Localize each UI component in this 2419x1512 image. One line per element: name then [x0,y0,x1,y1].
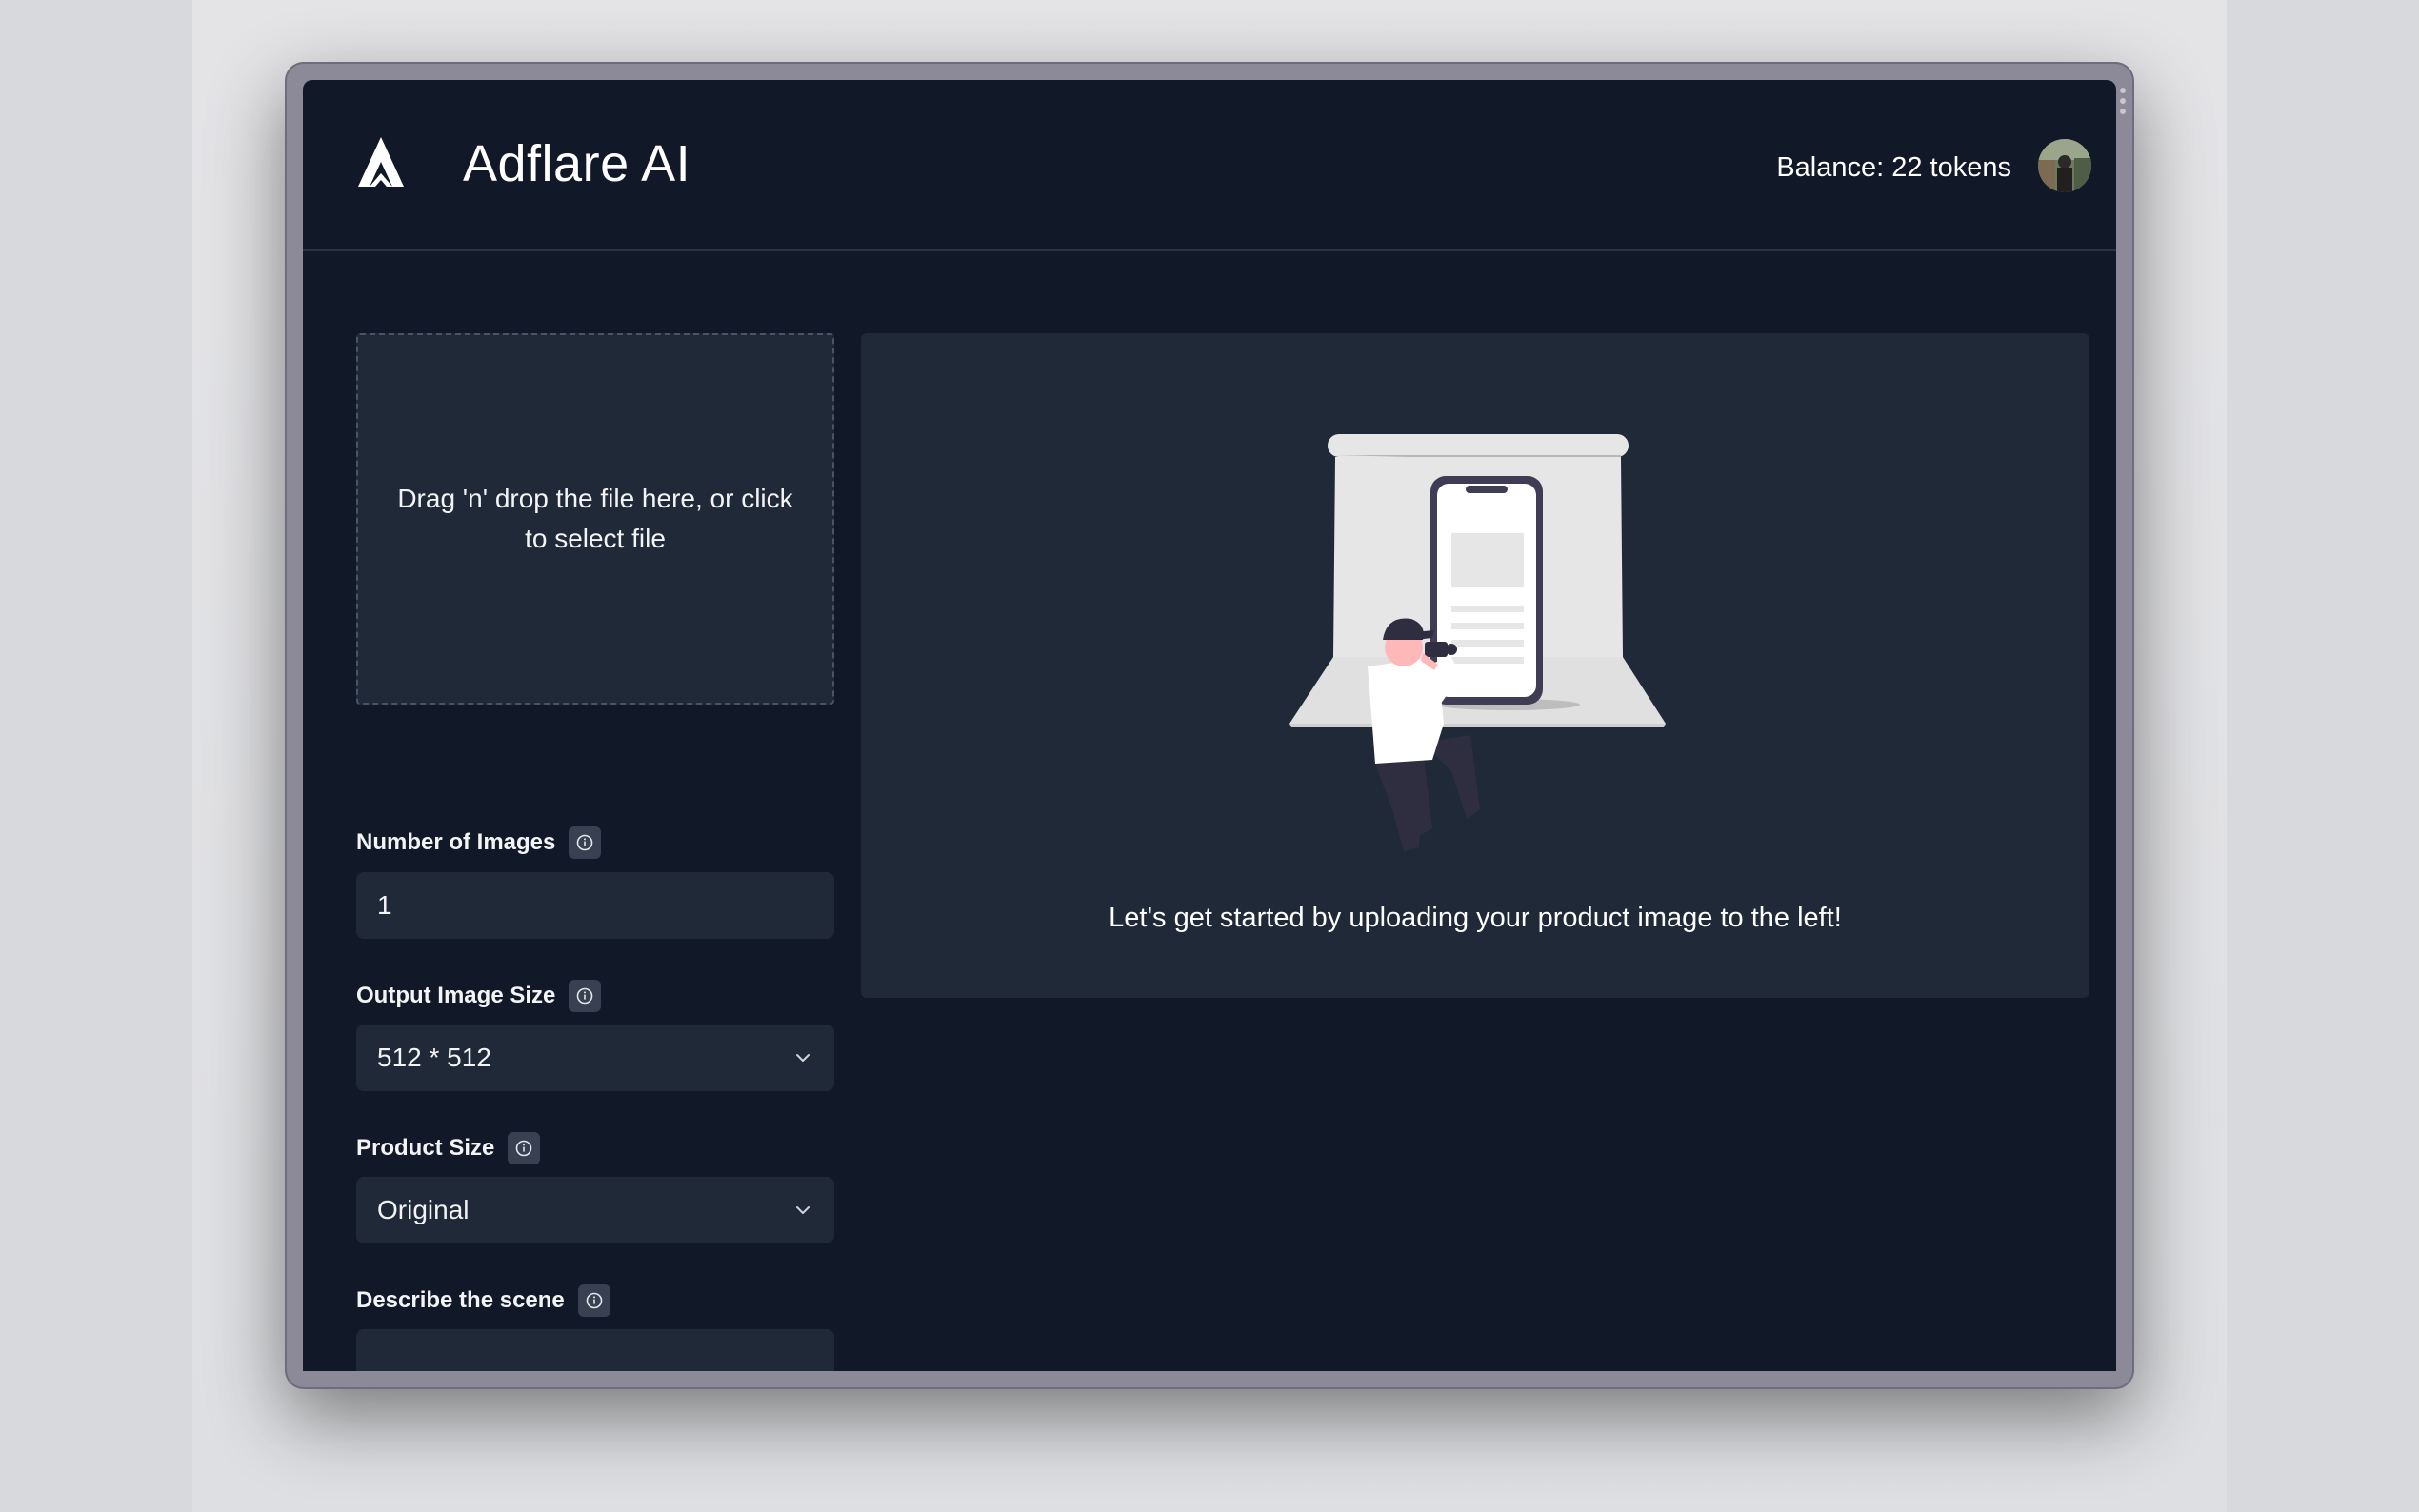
adflare-logo-icon[interactable] [356,135,406,190]
user-avatar[interactable] [2038,139,2091,192]
output-image-size-label: Output Image Size [356,980,602,1012]
app-header: Adflare AI Balance: 22 tokens [303,80,2116,251]
describe-scene-label-text: Describe the scene [356,1287,565,1313]
describe-scene-info-button[interactable] [577,1284,610,1317]
number-of-images-input[interactable]: 1 [356,872,834,939]
output-image-size-info-button[interactable] [569,980,602,1012]
product-size-label-text: Product Size [356,1135,495,1161]
number-of-images-info-button[interactable] [569,826,602,859]
info-icon [586,1292,603,1309]
app-window: Adflare AI Balance: 22 tokens Drag 'n' d… [303,80,2116,1371]
chevron-down-icon [792,1200,813,1221]
product-size-info-button[interactable] [508,1132,541,1164]
window-menu-handle[interactable] [2120,88,2126,114]
preview-panel: Let's get started by uploading your prod… [861,333,2089,998]
output-image-size-value: 512 * 512 [377,1043,491,1072]
describe-scene-textarea[interactable] [356,1329,834,1371]
info-icon [577,987,593,1005]
output-image-size-label-text: Output Image Size [356,983,556,1008]
preview-message: Let's get started by uploading your prod… [1109,903,1842,933]
number-of-images-label-text: Number of Images [356,829,556,855]
product-size-label: Product Size [356,1132,541,1164]
product-size-value: Original [377,1195,470,1224]
number-of-images-label: Number of Images [356,826,602,859]
app-title: Adflare AI [463,135,691,192]
dropzone-prompt: Drag 'n' drop the file here, or click to… [397,484,793,553]
token-balance: Balance: 22 tokens [1776,152,2011,183]
product-size-select[interactable]: Original [356,1177,834,1243]
info-icon [516,1140,532,1157]
output-image-size-select[interactable]: 512 * 512 [356,1025,834,1091]
describe-scene-label: Describe the scene [356,1284,610,1317]
file-dropzone[interactable]: Drag 'n' drop the file here, or click to… [356,333,834,705]
photographer-illustration-icon [1280,428,1680,866]
chevron-down-icon [792,1047,813,1068]
info-icon [577,834,593,851]
